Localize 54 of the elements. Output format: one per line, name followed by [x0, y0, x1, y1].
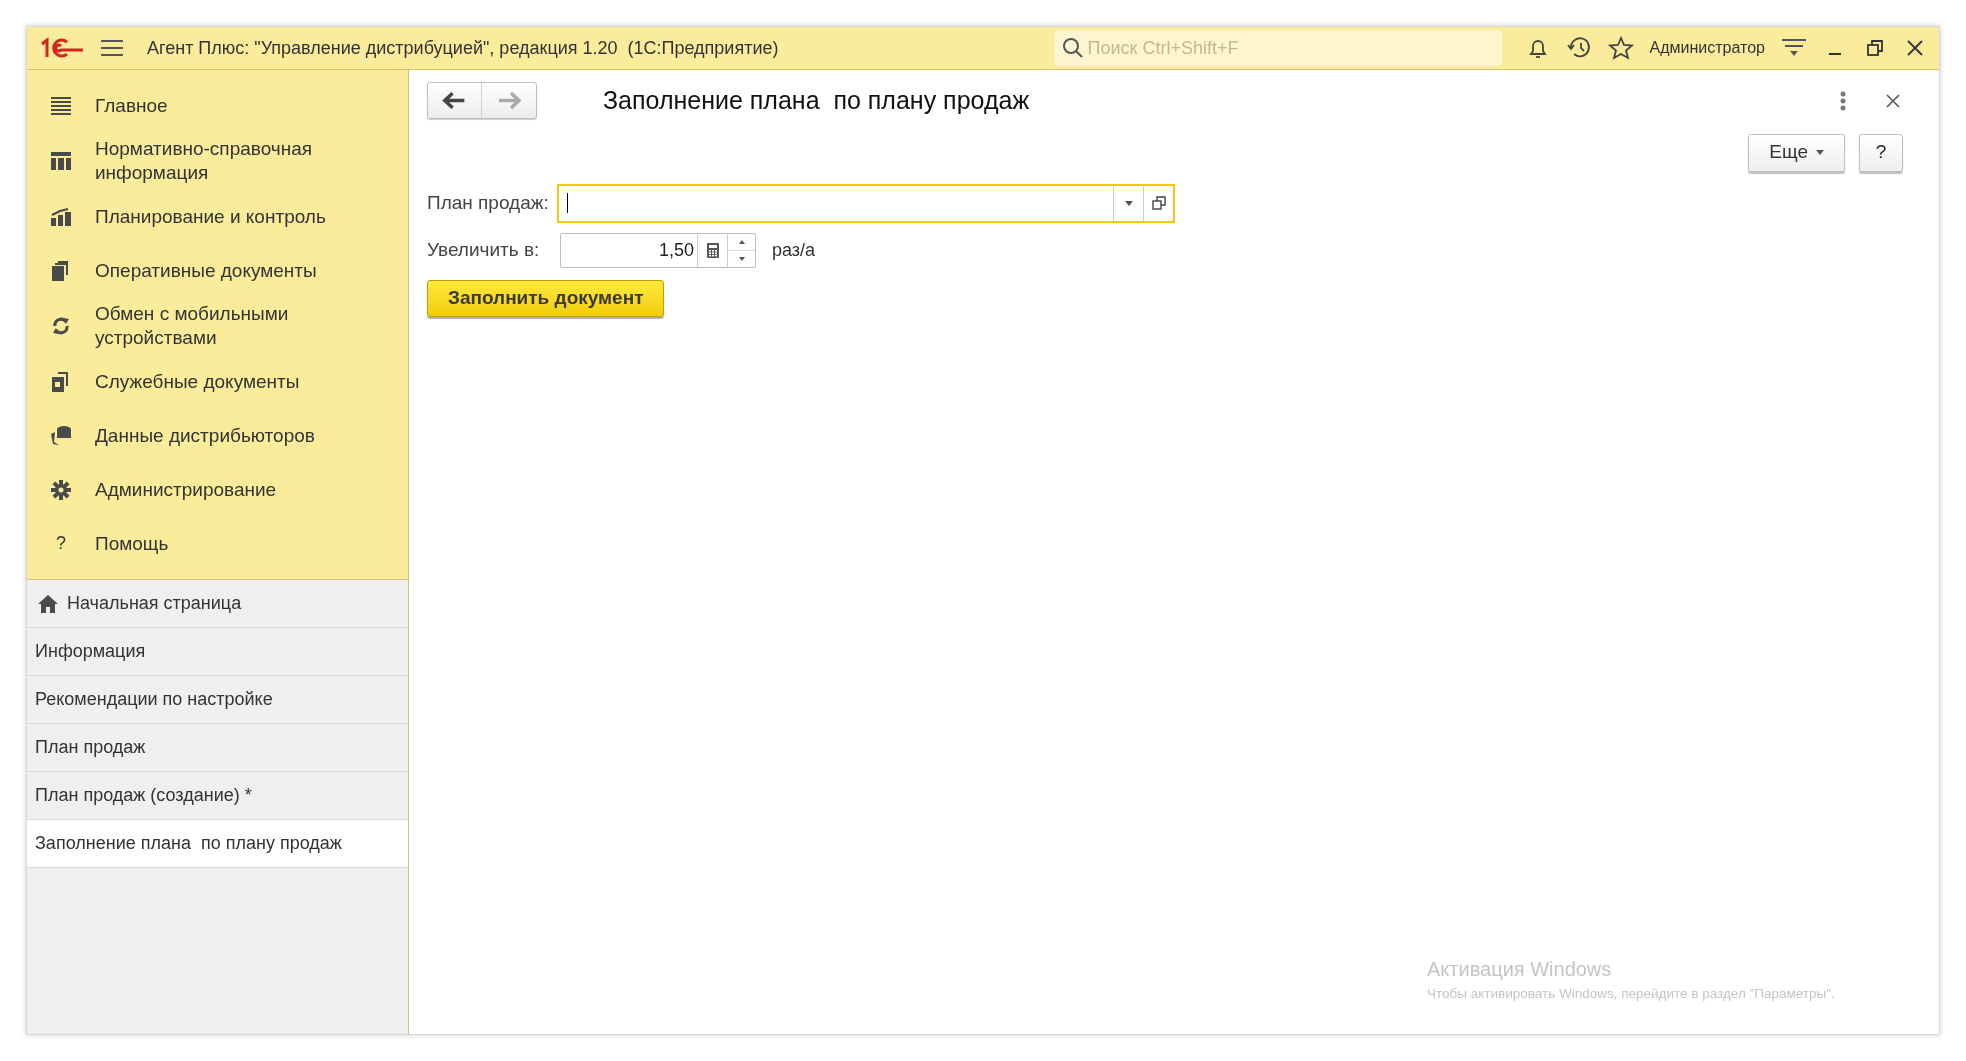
form-title: Заполнение плана по плану продаж: [603, 85, 1030, 116]
tab-label: Заполнение плана по плану продаж: [35, 832, 342, 855]
more-options-icon[interactable]: [1839, 90, 1847, 111]
user-name[interactable]: Администратор: [1649, 36, 1765, 60]
star-icon[interactable]: [1607, 36, 1634, 60]
caret-icon: [1816, 150, 1824, 155]
activation-notice: Чтобы активировать Windows, перейдите в раздел "Параметры".: [1427, 984, 1835, 1003]
search-field[interactable]: Поиск Ctrl+Shift+F: [1053, 30, 1502, 66]
open-window-icon[interactable]: [1151, 196, 1166, 210]
search-icon: [1061, 37, 1084, 59]
tab-label: Информация: [35, 640, 146, 663]
more-button[interactable]: Еще: [1748, 133, 1845, 172]
text-cursor: [567, 193, 568, 213]
menu-icon: [51, 96, 71, 115]
sales-plan-field[interactable]: [557, 183, 1175, 223]
multiplier-field[interactable]: 1,50: [560, 232, 756, 268]
section-item[interactable]: Планирование и контроль: [27, 190, 408, 243]
section-item[interactable]: Администрирование: [27, 463, 408, 516]
down-arrow-icon[interactable]: [738, 256, 745, 261]
dropdown-icon[interactable]: [1124, 200, 1133, 206]
documents-icon: [52, 371, 70, 392]
bar-chart-icon: [51, 207, 71, 226]
field-label: Увеличить в:: [427, 237, 541, 262]
section-item[interactable]: Служебные документы: [27, 355, 408, 408]
help-icon: ?: [51, 530, 71, 557]
settings-icon: [51, 479, 71, 500]
activation-title: Активация Windows: [1427, 956, 1613, 982]
tab-label: План продаж: [35, 736, 146, 759]
menu-icon[interactable]: [101, 39, 123, 57]
history-icon[interactable]: [1565, 36, 1592, 60]
section-item[interactable]: Оперативные документы: [27, 244, 408, 297]
section-item[interactable]: Главное: [27, 79, 408, 132]
home-icon: [37, 593, 59, 614]
logo-icon: [39, 36, 85, 60]
window-title: Агент Плюс: "Управление дистрибуцией", редакция 1.20 (1С:Предприятие): [147, 36, 779, 60]
database-icon: [50, 425, 72, 446]
section-item[interactable]: Обмен с мобильными устройствами: [27, 298, 408, 354]
help-button[interactable]: ?: [1859, 133, 1903, 172]
fill-document-button[interactable]: Заполнить документ: [427, 279, 665, 317]
up-arrow-icon[interactable]: [738, 239, 745, 244]
tab-label: Рекомендации по настройке: [35, 688, 273, 711]
unit-label: раз/а: [772, 238, 816, 262]
tab-label: Начальная страница: [67, 592, 242, 615]
close-icon[interactable]: [1885, 92, 1901, 109]
calculator-icon[interactable]: [706, 242, 719, 258]
field-label: План продаж:: [427, 190, 550, 215]
section-item[interactable]: ? Помощь: [27, 517, 408, 570]
open-window-tab[interactable]: Заполнение плана по плану продаж: [27, 820, 408, 868]
sync-icon: [51, 316, 71, 336]
documents-icon: [52, 260, 70, 281]
columns-icon: [51, 152, 71, 170]
section-item[interactable]: Нормативно-справочная информация: [27, 133, 408, 189]
section-item[interactable]: Данные дистрибьюторов: [27, 409, 408, 462]
tab-label: План продаж (создание) *: [35, 784, 252, 807]
